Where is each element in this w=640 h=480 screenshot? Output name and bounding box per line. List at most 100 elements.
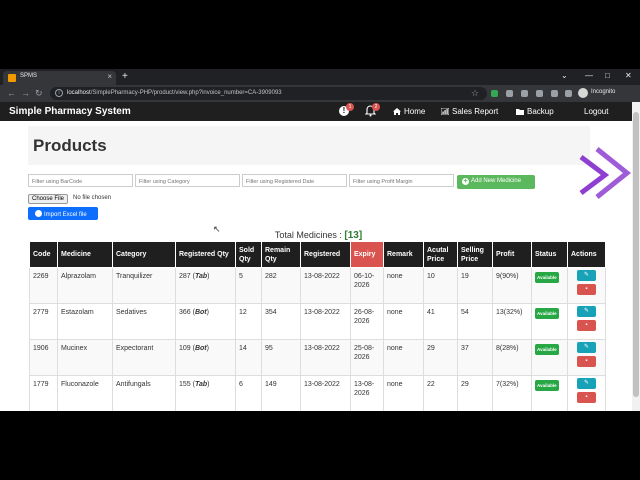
browser-tab[interactable]: SPMS × (3, 71, 116, 85)
extension-icon[interactable] (536, 90, 543, 97)
cell-category: Tranquilizer (112, 267, 176, 304)
pencil-icon: ✎ (583, 344, 590, 350)
col-sold-qty[interactable]: Sold Qty (235, 241, 262, 268)
nav-logout[interactable]: Logout (584, 107, 608, 116)
expiry-alert-button[interactable]: ! 1 (339, 103, 354, 117)
forward-icon[interactable]: → (21, 88, 30, 98)
choose-file-button[interactable]: Choose File (28, 194, 69, 204)
date-filter-input[interactable] (242, 174, 347, 187)
cell-expiry: 06-10-2026 (350, 267, 384, 304)
cell-remark: none (383, 267, 424, 304)
reload-icon[interactable]: ↻ (35, 88, 43, 98)
page-content: Products +Add New Medicine Choose File N… (0, 121, 632, 411)
table-header-row: Code Medicine Category Registered Qty So… (29, 241, 606, 268)
cell-code: 1779 (29, 375, 58, 411)
edit-button[interactable]: ✎ (577, 306, 596, 317)
close-window-icon[interactable]: ✕ (625, 71, 632, 80)
cell-remain-qty: 282 (261, 267, 301, 304)
cell-remain-qty: 354 (261, 303, 301, 340)
nav-home-label: Home (404, 107, 426, 116)
table-row: 1779 Fluconazole Antifungals 155 (Tab) 6… (29, 375, 606, 411)
col-status[interactable]: Status (531, 241, 568, 268)
cell-actual-price: 29 (423, 339, 458, 376)
qty-unit: Tab (194, 381, 208, 388)
col-registered-qty[interactable]: Registered Qty (175, 241, 236, 268)
nav-home[interactable]: Home (393, 107, 425, 116)
tab-title: SPMS (20, 73, 38, 79)
puzzle-icon[interactable] (551, 90, 558, 97)
cell-sold-qty: 6 (235, 375, 262, 411)
col-registered[interactable]: Registered (300, 241, 351, 268)
favicon-icon (8, 74, 16, 82)
tab-search-icon[interactable]: ⌄ (561, 71, 568, 80)
table-row: 2269 Alprazolam Tranquilizer 287 (Tab) 5… (29, 267, 606, 304)
url-host: localhost (67, 90, 91, 96)
address-bar: ← → ↻ i localhost/SimplePharmacy-PHP/pro… (0, 85, 640, 102)
cell-selling-price: 29 (457, 375, 493, 411)
url-text: localhost/SimplePharmacy-PHP/product/vie… (67, 90, 282, 96)
cell-category: Expectorant (112, 339, 176, 376)
delete-button[interactable]: ▪ (577, 392, 596, 403)
maximize-icon[interactable]: □ (605, 71, 610, 80)
delete-button[interactable]: ▪ (577, 356, 596, 367)
col-profit[interactable]: Profit (492, 241, 532, 268)
bookmark-star-icon[interactable]: ☆ (471, 88, 479, 99)
notification-count-badge: 2 (372, 103, 380, 111)
url-field[interactable]: i localhost/SimplePharmacy-PHP/product/v… (50, 87, 487, 100)
col-expiry[interactable]: Expiry (350, 241, 384, 268)
page-title: Products (33, 136, 107, 155)
cell-expiry: 26-08-2026 (350, 303, 384, 340)
tab-strip: SPMS × + ⌄ — □ ✕ (0, 69, 640, 85)
qty-value: 287 (179, 273, 191, 280)
col-code[interactable]: Code (29, 241, 58, 268)
edit-button[interactable]: ✎ (577, 270, 596, 281)
cell-remain-qty: 95 (261, 339, 301, 376)
cell-registered-qty: 366 (Bot) (175, 303, 236, 340)
new-tab-icon[interactable]: + (122, 71, 128, 83)
add-medicine-button[interactable]: + Add New Medicine (457, 175, 535, 189)
delete-button[interactable]: ▪ (577, 320, 596, 331)
cell-remark: none (383, 303, 424, 340)
col-selling-price[interactable]: Selling Price (457, 241, 493, 268)
category-filter-input[interactable] (135, 174, 240, 187)
import-excel-button[interactable]: Import Excel file (28, 207, 98, 220)
col-remark[interactable]: Remark (383, 241, 424, 268)
extension-icon[interactable] (521, 90, 528, 97)
col-actual-price[interactable]: Acutal Price (423, 241, 458, 268)
cell-actions: ✎ ▪ (567, 303, 606, 340)
nav-sales-report[interactable]: Sales Report (441, 107, 498, 116)
profile-avatar[interactable] (578, 88, 588, 98)
cell-category: Antifungals (112, 375, 176, 411)
bar-chart-icon (441, 108, 449, 115)
app-brand[interactable]: Simple Pharmacy System (9, 106, 131, 117)
extension-icon[interactable] (491, 90, 498, 97)
scroll-thumb[interactable] (633, 112, 639, 397)
add-medicine-label: Add New Medicine (471, 178, 522, 184)
page-scrollbar[interactable] (632, 102, 640, 411)
col-medicine[interactable]: Medicine (57, 241, 113, 268)
delete-button[interactable]: ▪ (577, 284, 596, 295)
margin-filter-input[interactable] (349, 174, 454, 187)
extension-icon[interactable] (506, 90, 513, 97)
site-info-icon[interactable]: i (55, 89, 63, 97)
notification-button[interactable]: 2 (365, 103, 380, 117)
edit-button[interactable]: ✎ (577, 342, 596, 353)
cell-actual-price: 22 (423, 375, 458, 411)
close-tab-icon[interactable]: × (107, 72, 112, 81)
back-icon[interactable]: ← (7, 88, 16, 98)
cell-profit: 13(32%) (492, 303, 532, 340)
nav-backup[interactable]: Backup (516, 107, 554, 116)
trash-icon: ▪ (585, 322, 588, 328)
qty-value: 366 (179, 309, 191, 316)
cell-remark: none (383, 339, 424, 376)
file-status-text: No file chosen (73, 195, 112, 201)
cell-profit: 9(90%) (492, 267, 532, 304)
barcode-filter-input[interactable] (28, 174, 133, 187)
edit-button[interactable]: ✎ (577, 378, 596, 389)
cell-actual-price: 10 (423, 267, 458, 304)
col-remain-qty[interactable]: Remain Qty (261, 241, 301, 268)
col-category[interactable]: Category (112, 241, 176, 268)
minimize-icon[interactable]: — (585, 71, 593, 80)
sidebar-icon[interactable] (565, 90, 572, 97)
cell-code: 2269 (29, 267, 58, 304)
